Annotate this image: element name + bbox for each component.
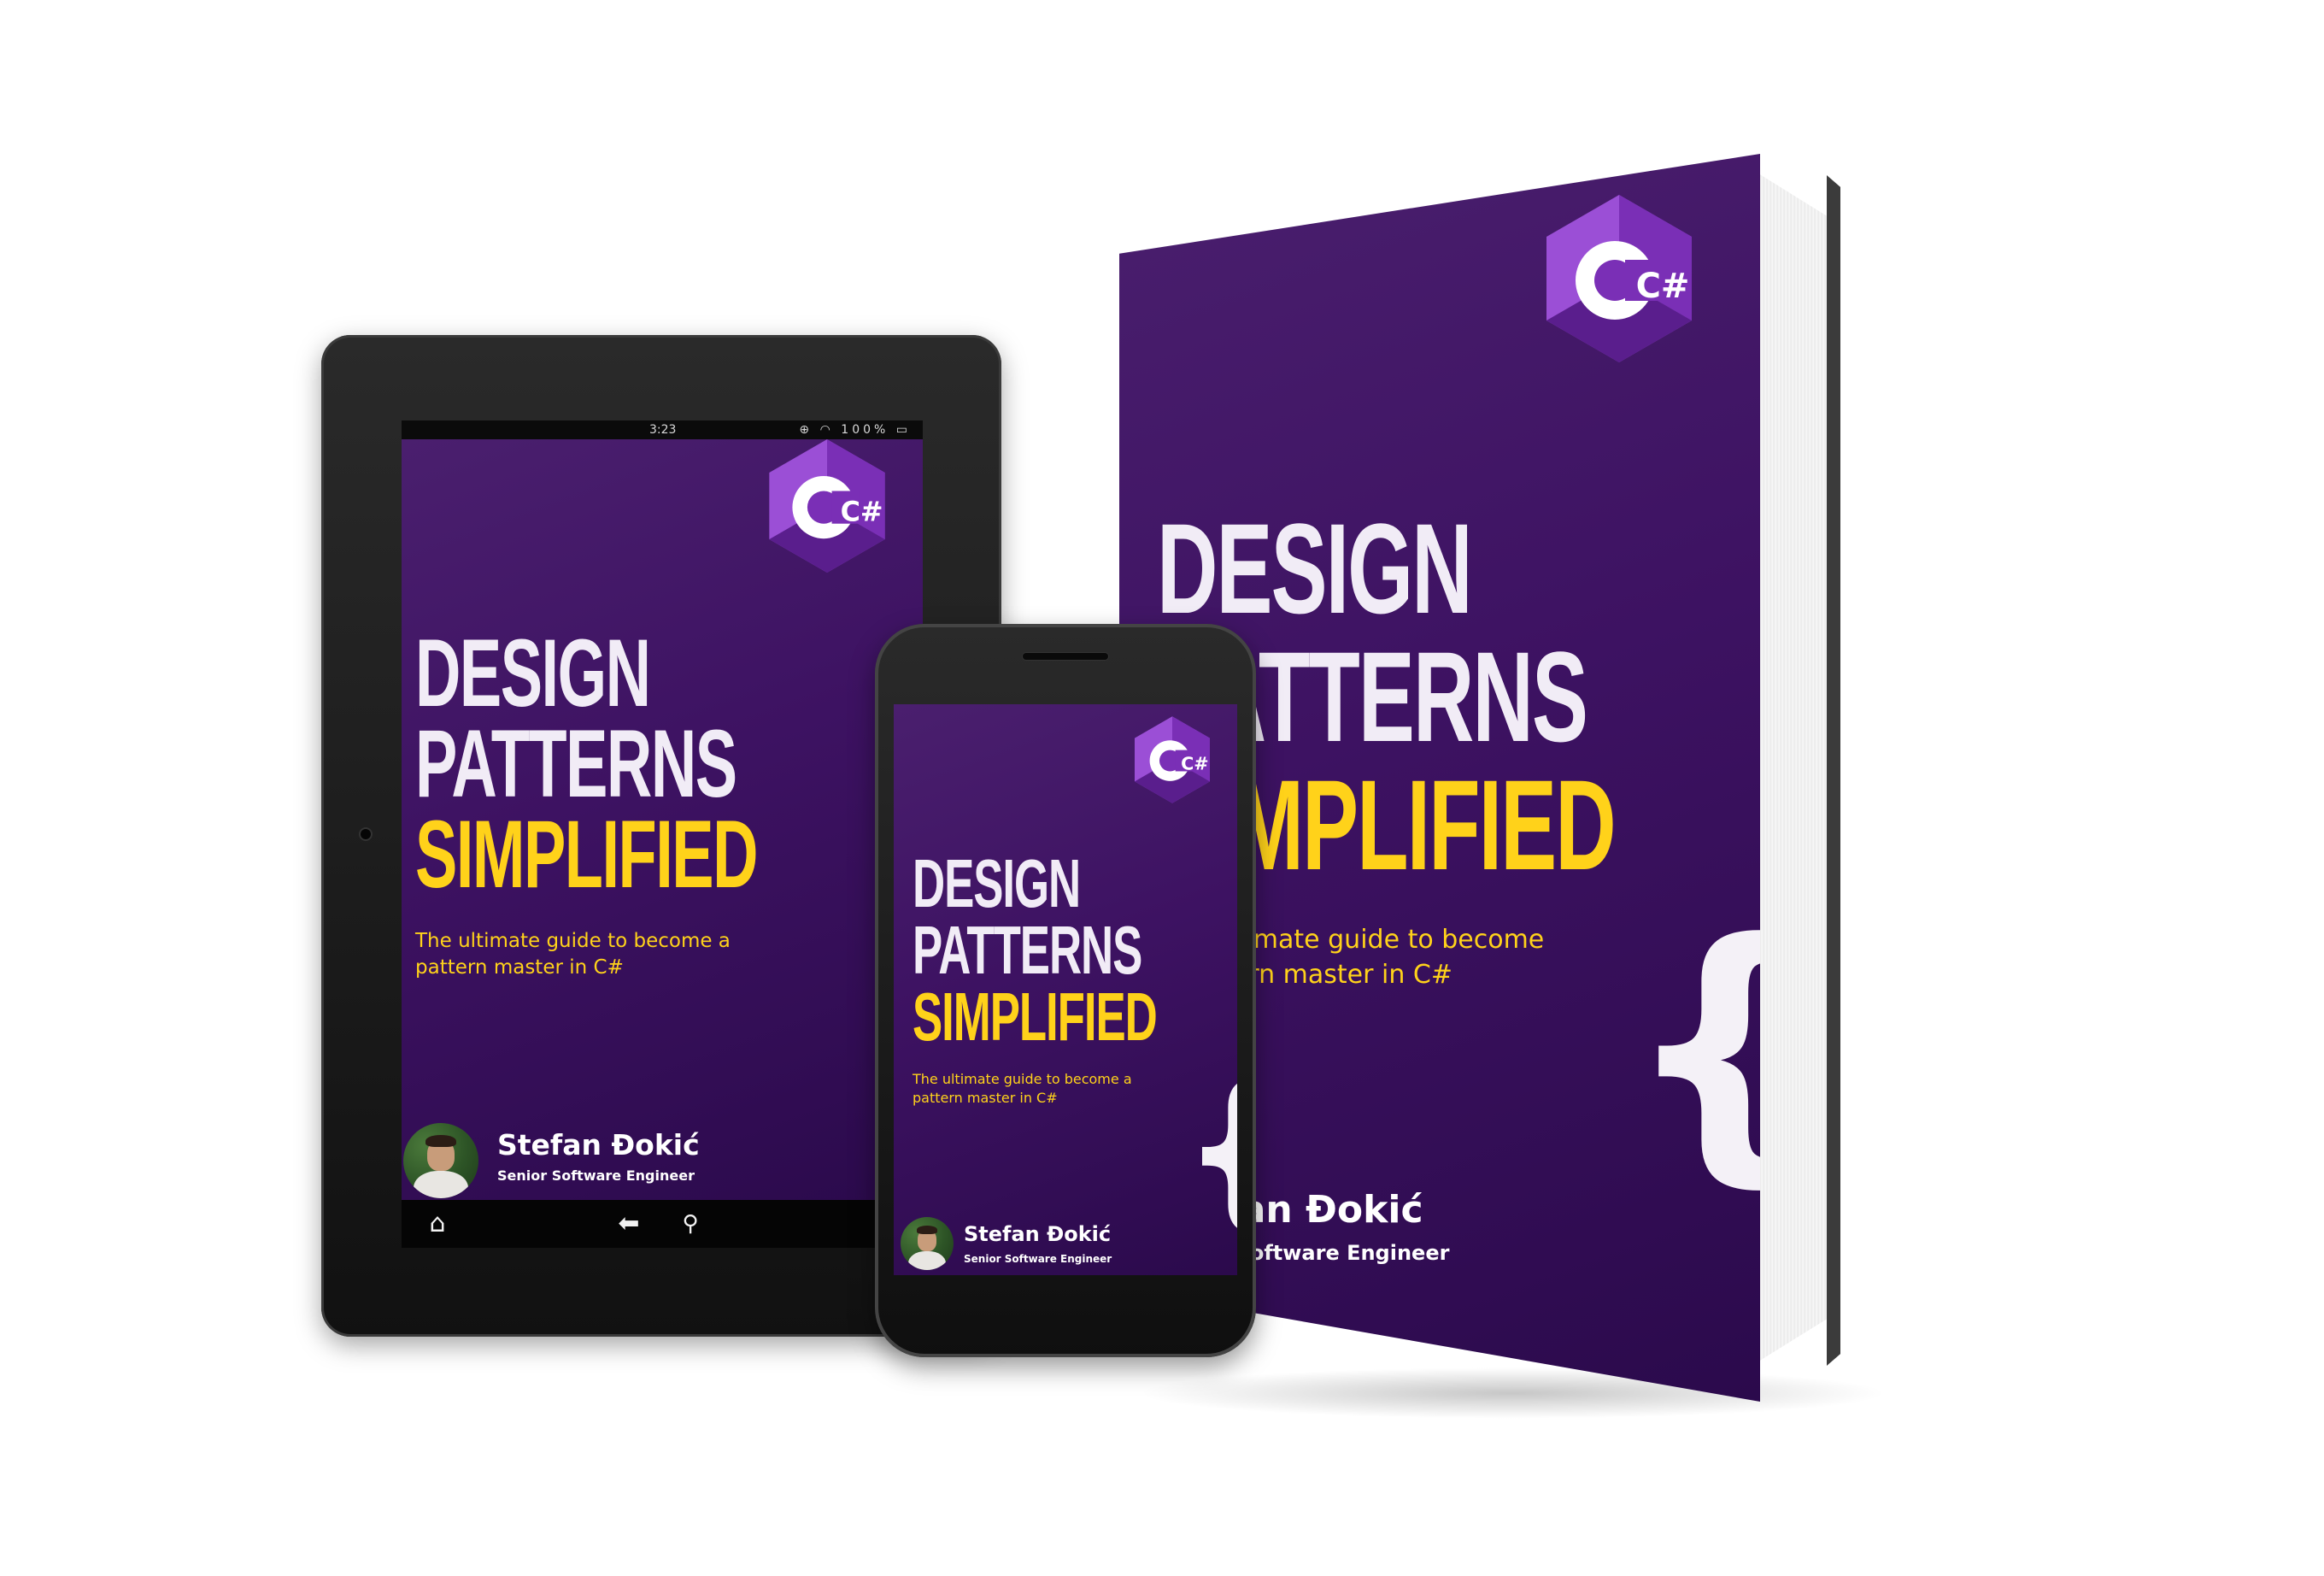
author-avatar	[901, 1217, 954, 1270]
tablet-title-line-3: SIMPLIFIED	[415, 801, 758, 908]
battery-icon: ▭	[895, 423, 911, 437]
add-circle-icon: ⊕	[799, 423, 813, 437]
tablet-author-name: Stefan Đokić	[497, 1128, 700, 1161]
curly-brace-icon: {	[1181, 1063, 1237, 1234]
csharp-logo-icon: C#	[1546, 195, 1692, 362]
curly-brace-icon: {	[1623, 906, 1760, 1188]
tablet-camera	[361, 829, 371, 839]
status-bar: 3:23 ⊕ ◠ 100% ▭	[402, 420, 923, 439]
tablet-book-cover: C# DESIGN PATTERNS SIMPLIFIED The ultima…	[402, 439, 923, 1200]
home-icon[interactable]: ⌂	[422, 1208, 453, 1239]
tablet-nav-bar: ⌂ ⬅ ⚲	[402, 1200, 923, 1248]
csharp-logo-icon: C#	[1135, 716, 1210, 803]
csharp-logo-text: C#	[841, 496, 883, 528]
tablet-title-line-1: DESIGN	[415, 620, 651, 726]
csharp-logo-text: C#	[1636, 267, 1690, 306]
phone-book-cover: C# DESIGN PATTERNS SIMPLIFIED The ultima…	[894, 704, 1237, 1275]
phone-speaker	[1023, 653, 1108, 660]
csharp-logo-text: C#	[1181, 753, 1209, 773]
battery-percent: 100%	[841, 423, 889, 437]
tablet-title-line-2: PATTERNS	[415, 710, 737, 817]
book-back-cover-edge	[1827, 175, 1840, 1366]
phone-title-line-1: DESIGN	[913, 845, 1081, 921]
phone-title-line-2: PATTERNS	[913, 912, 1142, 988]
wifi-icon: ◠	[819, 423, 834, 437]
book-shadow	[1136, 1367, 1888, 1419]
tablet-author-role: Senior Software Engineer	[497, 1167, 695, 1184]
phone-device: C# DESIGN PATTERNS SIMPLIFIED The ultima…	[875, 624, 1256, 1357]
phone-title-line-3: SIMPLIFIED	[913, 979, 1158, 1055]
search-icon[interactable]: ⚲	[675, 1208, 706, 1239]
phone-subtitle: The ultimate guide to become a pattern m…	[913, 1071, 1132, 1106]
book-title-line-1: DESIGN	[1157, 497, 1473, 640]
status-icons: ⊕ ◠ 100% ▭	[799, 423, 911, 437]
back-arrow-icon[interactable]: ⬅	[613, 1208, 644, 1239]
csharp-logo-icon: C#	[769, 439, 885, 573]
phone-author-role: Senior Software Engineer	[964, 1253, 1112, 1265]
author-avatar	[403, 1123, 478, 1198]
tablet-screen: 3:23 ⊕ ◠ 100% ▭ C# DESIGN PATTERNS SIMPL…	[402, 420, 923, 1248]
status-time: 3:23	[649, 423, 677, 437]
tablet-subtitle: The ultimate guide to become a pattern m…	[415, 930, 731, 979]
phone-author-name: Stefan Đokić	[964, 1222, 1112, 1246]
